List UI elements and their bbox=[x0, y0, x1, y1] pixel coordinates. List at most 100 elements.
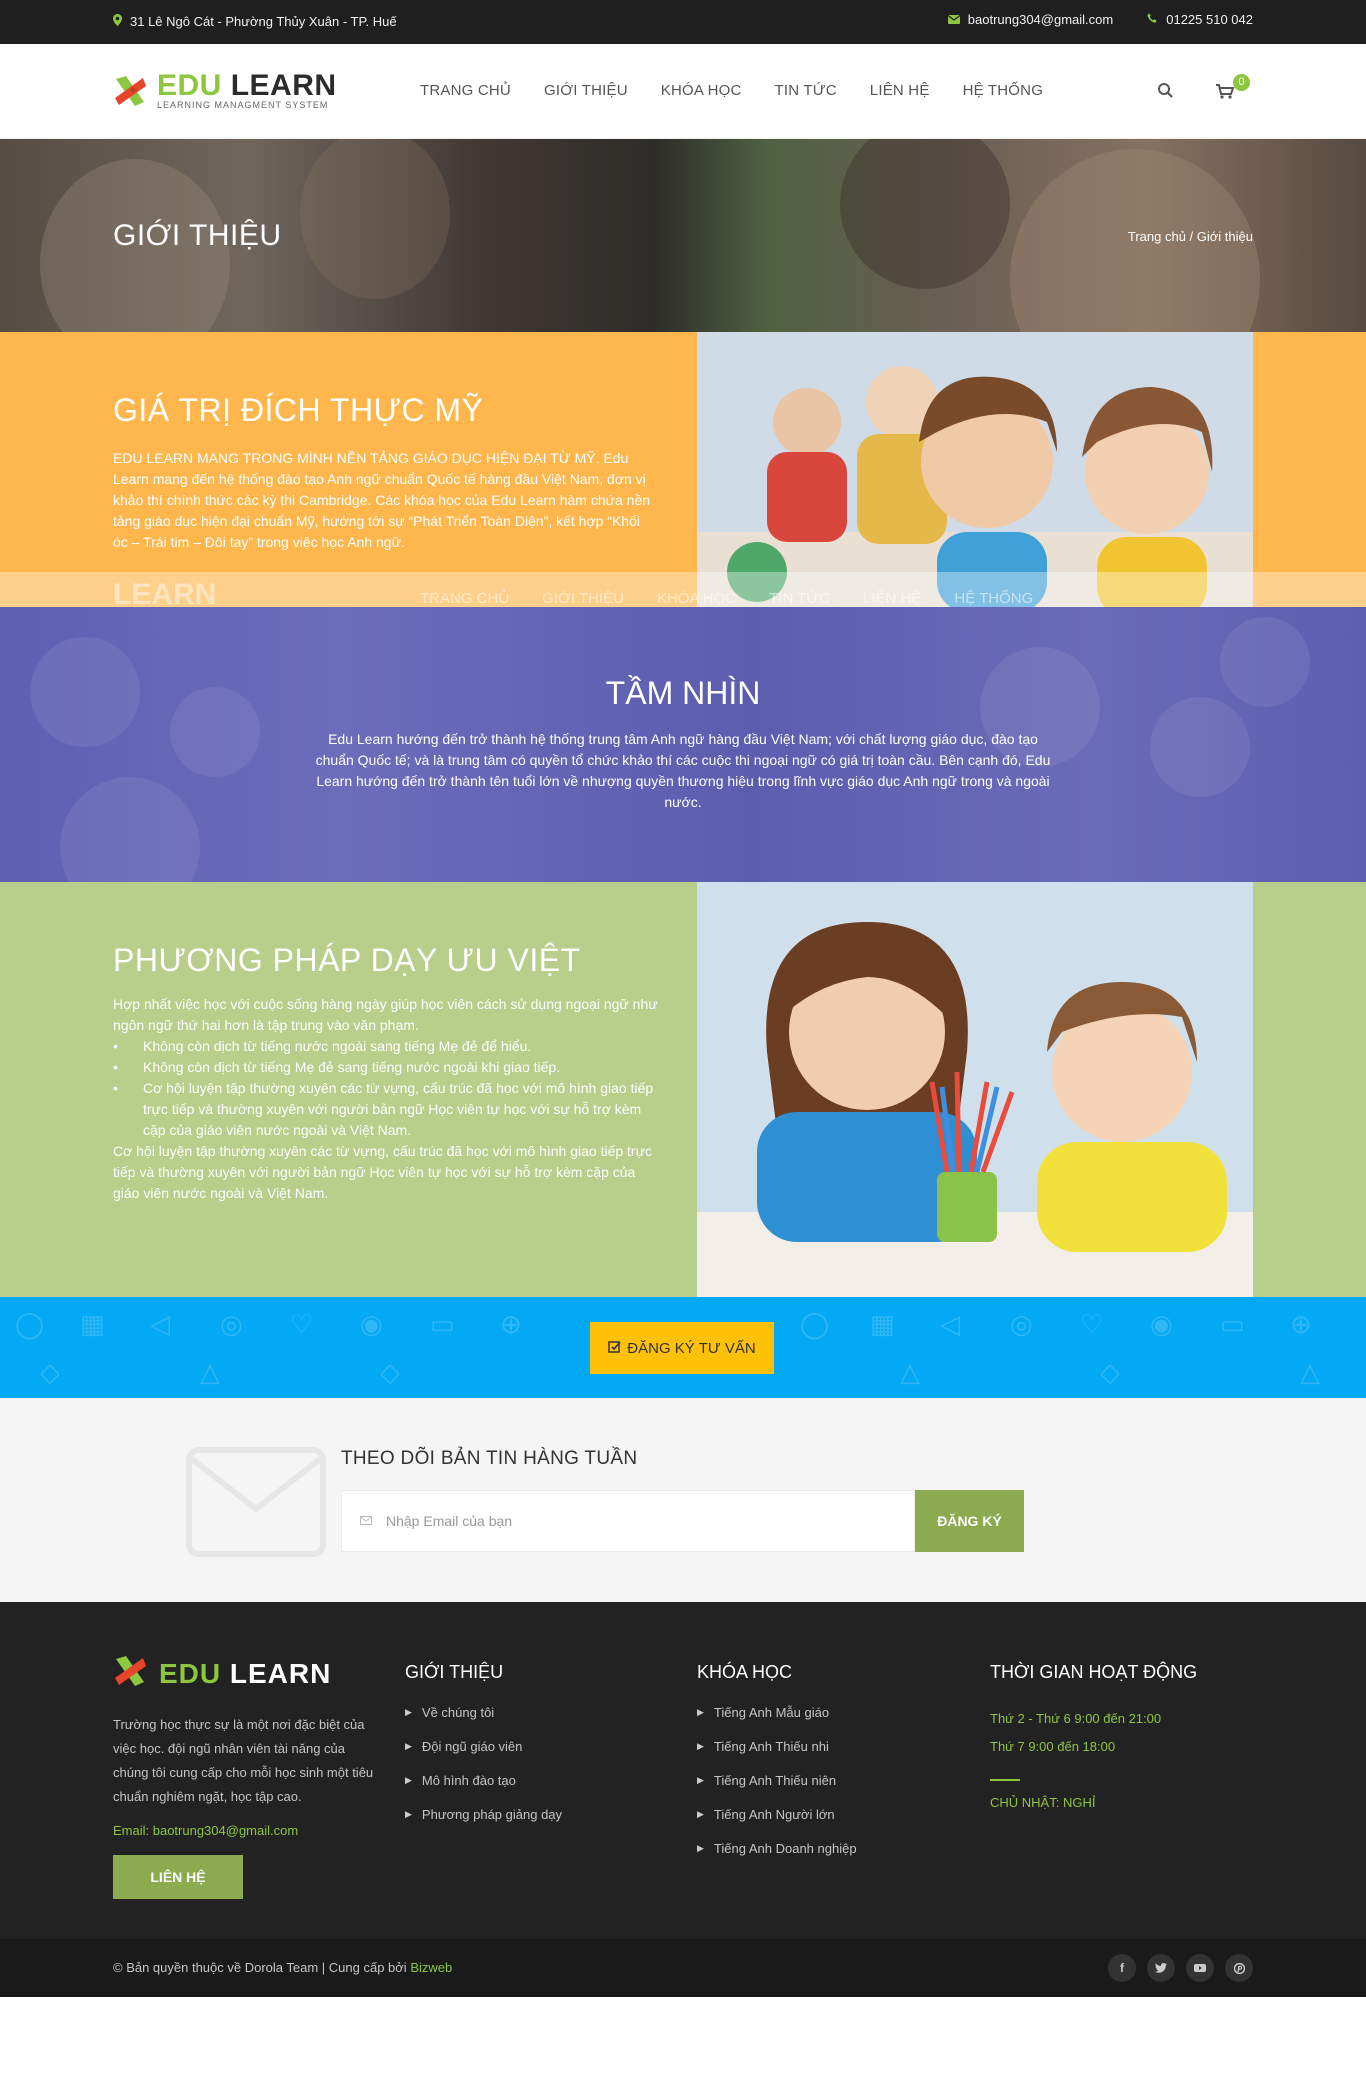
footer-description: Trường học thực sự là một nơi đặc biệt c… bbox=[113, 1717, 374, 1804]
footer-link[interactable]: ▶ Mô hình đào tạo bbox=[405, 1773, 562, 1807]
envelope-large-icon bbox=[186, 1447, 326, 1557]
hours-weekday: Thứ 2 - Thứ 6 9:00 đến 21:00 bbox=[990, 1711, 1162, 1726]
footer-link[interactable]: ▶ Tiếng Anh Thiếu nhi bbox=[697, 1739, 857, 1773]
method-intro: Hợp nhất việc học với cuộc sống hàng ngà… bbox=[113, 996, 658, 1033]
caret-right-icon: ▶ bbox=[405, 1775, 412, 1785]
copyright-bar: © Bản quyền thuộc về Dorola Team | Cung … bbox=[0, 1939, 1366, 1997]
page-hero: GIỚI THIỆU Trang chủ / Giới thiệu bbox=[0, 139, 1366, 332]
page-title: GIỚI THIỆU bbox=[113, 219, 282, 252]
copyright-text: © Bản quyền thuộc về Dorola Team | Cung … bbox=[113, 1960, 411, 1975]
top-email[interactable]: baotrung304@gmail.com bbox=[947, 12, 1114, 27]
nav-news[interactable]: TIN TỨC bbox=[775, 82, 837, 99]
twitter-icon[interactable] bbox=[1147, 1954, 1175, 1982]
address-text: 31 Lê Ngô Cát - Phường Thủy Xuân - TP. H… bbox=[130, 14, 397, 29]
newsletter-email-input[interactable] bbox=[386, 1513, 866, 1529]
caret-right-icon: ▶ bbox=[697, 1775, 704, 1785]
cta-band: ◯ ▦ ◁ ◎ ♡ ◉ ▭ ⊕ ◯ ▦ ◁ ◎ ♡ ◉ ▭ ⊕ ◇ △ ◇ △ ◇ △ ĐĂNG KÝ TƯ VẤN bbox=[0, 1297, 1366, 1398]
breadcrumb[interactable]: Trang chủ / Giới thiệu bbox=[1128, 229, 1253, 244]
footer-logo[interactable]: EDU LEARN bbox=[113, 1654, 376, 1693]
top-bar: 31 Lê Ngô Cát - Phường Thủy Xuân - TP. H… bbox=[0, 0, 1366, 44]
footer-hours-col: THỜI GIAN HOẠT ĐỘNG Thứ 2 - Thứ 6 9:00 đ… bbox=[990, 1654, 1197, 1810]
vision-text: Edu Learn hướng đến trở thành hệ thống t… bbox=[315, 731, 1051, 810]
footer-link[interactable]: ▶ Tiếng Anh Thiếu niên bbox=[697, 1773, 857, 1807]
caret-right-icon: ▶ bbox=[697, 1741, 704, 1751]
footer-about: EDU LEARN Trường học thực sự là một nơi … bbox=[113, 1654, 376, 1899]
footer-contact-button[interactable]: LIÊN HỆ bbox=[113, 1855, 243, 1899]
register-consult-label: ĐĂNG KÝ TƯ VẤN bbox=[627, 1339, 756, 1357]
logo-tagline: LEARNING MANAGMENT SYSTEM bbox=[157, 100, 329, 110]
footer-logo-2: LEARN bbox=[229, 1657, 332, 1689]
newsletter: THEO DÕI BẢN TIN HÀNG TUẦN ĐĂNG KÝ bbox=[0, 1398, 1366, 1602]
caret-right-icon: ▶ bbox=[405, 1741, 412, 1751]
logo[interactable]: EDU LEARN LEARNING MANAGMENT SYSTEM bbox=[113, 69, 337, 110]
footer-link[interactable]: ▶ Đội ngũ giáo viên bbox=[405, 1739, 562, 1773]
vision-title: TẦM NHÌN bbox=[605, 675, 761, 711]
method-bullet: Không còn dịch từ tiếng nước ngoài sang … bbox=[113, 1036, 658, 1057]
register-consult-button[interactable]: ĐĂNG KÝ TƯ VẤN bbox=[590, 1322, 774, 1374]
kids-photo-2 bbox=[697, 882, 1253, 1297]
footer-link[interactable]: ▶ Tiếng Anh Mẫu giáo bbox=[697, 1705, 857, 1739]
footer-link[interactable]: ▶ Về chúng tôi bbox=[405, 1705, 562, 1739]
footer-email[interactable]: Email: baotrung304@gmail.com bbox=[113, 1823, 376, 1838]
provider-link[interactable]: Bizweb bbox=[410, 1960, 452, 1975]
logo-name-1: EDU bbox=[157, 69, 222, 102]
copyright: © Bản quyền thuộc về Dorola Team | Cung … bbox=[113, 1960, 452, 1975]
footer-logo-1: EDU bbox=[159, 1657, 222, 1689]
ghost-logo: LEARN bbox=[113, 578, 217, 607]
envelope-icon bbox=[947, 12, 961, 27]
newsletter-subscribe-button[interactable]: ĐĂNG KÝ bbox=[915, 1490, 1024, 1552]
facebook-icon[interactable]: f bbox=[1108, 1954, 1136, 1982]
logo-name-2: LEARN bbox=[230, 69, 337, 102]
caret-right-icon: ▶ bbox=[405, 1707, 412, 1717]
logo-mark-icon bbox=[113, 1654, 147, 1693]
caret-right-icon: ▶ bbox=[405, 1809, 412, 1819]
search-icon[interactable] bbox=[1155, 80, 1177, 102]
kids-photo-1 bbox=[697, 332, 1253, 607]
main-nav: TRANG CHỦ GIỚI THIỆU KHÓA HỌC TIN TỨC LI… bbox=[420, 82, 1043, 99]
sticky-header-ghost: LEARN TRANG CHỦ GIỚI THIỆU KHÓA HỌC TIN TỨC… bbox=[0, 572, 1366, 607]
cart-count-badge: 0 bbox=[1233, 74, 1250, 91]
address: 31 Lê Ngô Cát - Phường Thủy Xuân - TP. H… bbox=[113, 14, 397, 29]
pinterest-icon[interactable] bbox=[1225, 1954, 1253, 1982]
map-marker-icon bbox=[113, 14, 122, 29]
top-email-text: baotrung304@gmail.com bbox=[967, 12, 1114, 27]
values-text: EDU LEARN MANG TRONG MÌNH NỀN TẢNG GIÁO … bbox=[113, 450, 651, 550]
phone-icon bbox=[1147, 12, 1158, 27]
footer-link[interactable]: ▶ Tiếng Anh Doanh nghiệp bbox=[697, 1841, 857, 1875]
envelope-icon bbox=[360, 1512, 372, 1530]
ghost-nav: TRANG CHỦ GIỚI THIỆU KHÓA HỌC TIN TỨC LIÊN H… bbox=[420, 590, 1034, 607]
method-title: PHƯƠNG PHÁP DẠY ƯU VIỆT bbox=[113, 942, 581, 978]
method-bullet: Cơ hội luyện tập thường xuyên các từ vựn… bbox=[113, 1078, 658, 1141]
nav-about[interactable]: GIỚI THIỆU bbox=[544, 82, 628, 99]
footer-courses-col: KHÓA HỌC ▶ Tiếng Anh Mẫu giáo ▶ Tiếng Anh … bbox=[697, 1654, 857, 1875]
top-phone[interactable]: 01225 510 042 bbox=[1147, 12, 1253, 27]
newsletter-title: THEO DÕI BẢN TIN HÀNG TUẦN bbox=[341, 1448, 638, 1469]
method-outro: Cơ hội luyện tập thường xuyên các từ vựn… bbox=[113, 1143, 652, 1201]
newsletter-input-wrap bbox=[341, 1490, 915, 1552]
footer-col-title: THỜI GIAN HOẠT ĐỘNG bbox=[990, 1662, 1198, 1682]
method-list: Không còn dịch từ tiếng nước ngoài sang … bbox=[113, 1036, 658, 1141]
divider bbox=[990, 1779, 1020, 1781]
footer-col-title: GIỚI THIỆU bbox=[405, 1662, 504, 1682]
values-title: GIÁ TRỊ ĐÍCH THỰC MỸ bbox=[113, 392, 484, 428]
footer-intro-col: GIỚI THIỆU ▶ Về chúng tôi ▶ Đội ngũ giáo v… bbox=[405, 1654, 562, 1841]
top-phone-text: 01225 510 042 bbox=[1166, 12, 1253, 27]
nav-home[interactable]: TRANG CHỦ bbox=[420, 82, 511, 99]
main-header: EDU LEARN LEARNING MANAGMENT SYSTEM TRAN… bbox=[0, 44, 1366, 139]
footer-link[interactable]: ▶ Tiếng Anh Người lớn bbox=[697, 1807, 857, 1841]
nav-courses[interactable]: KHÓA HỌC bbox=[661, 82, 742, 99]
logo-mark-icon bbox=[113, 74, 147, 108]
caret-right-icon: ▶ bbox=[697, 1843, 704, 1853]
hours-sunday: CHỦ NHẬT: NGHỈ bbox=[990, 1795, 1096, 1810]
nav-contact[interactable]: LIÊN HỆ bbox=[870, 82, 930, 99]
edit-icon bbox=[608, 1340, 621, 1357]
social-links: f bbox=[1108, 1954, 1253, 1982]
youtube-icon[interactable] bbox=[1186, 1954, 1214, 1982]
page: 31 Lê Ngô Cát - Phường Thủy Xuân - TP. H… bbox=[0, 0, 1366, 2096]
footer-link[interactable]: ▶ Phương pháp giảng dạy bbox=[405, 1807, 562, 1841]
footer: EDU LEARN Trường học thực sự là một nơi … bbox=[0, 1602, 1366, 1939]
nav-system[interactable]: HỆ THỐNG bbox=[963, 82, 1044, 99]
method-bullet: Không còn dịch từ tiếng Mẹ đẻ sang tiếng… bbox=[113, 1057, 658, 1078]
section-vision: TẦM NHÌN Edu Learn hướng đến trở thành h… bbox=[0, 607, 1366, 882]
hours-saturday: Thứ 7 9:00 đến 18:00 bbox=[990, 1739, 1116, 1754]
